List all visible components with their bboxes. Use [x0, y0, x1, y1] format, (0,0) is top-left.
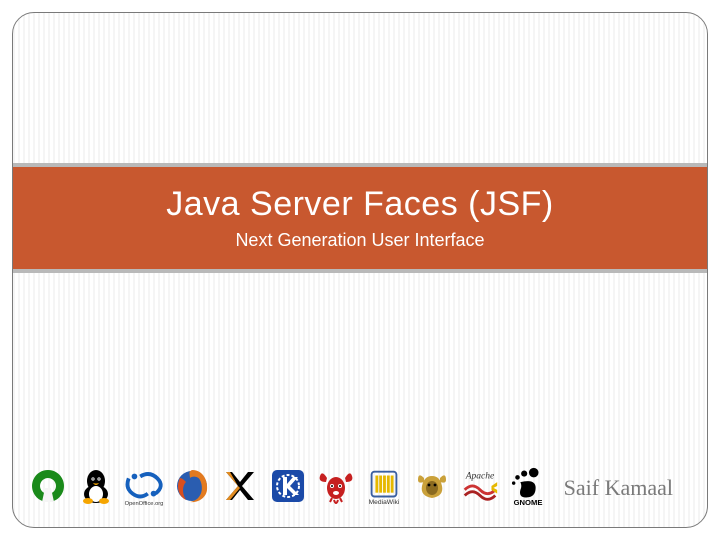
title-band: Java Server Faces (JSF) Next Generation … [13, 163, 707, 273]
slide-frame: Java Server Faces (JSF) Next Generation … [12, 12, 708, 528]
gnu-icon [411, 465, 453, 507]
author-name: Saif Kamaal [564, 475, 673, 501]
logo-strip: OpenOffice.org [27, 465, 549, 507]
slide-title: Java Server Faces (JSF) [166, 185, 553, 224]
opensource-icon [27, 465, 69, 507]
svg-text:OpenOffice.org: OpenOffice.org [125, 501, 164, 507]
apache-icon: Apache [459, 465, 501, 507]
mediawiki-icon: MediaWiki [363, 465, 405, 507]
openoffice-icon: OpenOffice.org [123, 465, 165, 507]
freebsd-icon [315, 465, 357, 507]
xorg-icon [219, 465, 261, 507]
firefox-icon [171, 465, 213, 507]
svg-text:GNOME: GNOME [514, 498, 543, 507]
svg-text:MediaWiki: MediaWiki [369, 499, 400, 506]
tux-icon [75, 465, 117, 507]
slide-subtitle: Next Generation User Interface [235, 230, 484, 251]
kde-icon [267, 465, 309, 507]
gnome-icon: GNOME [507, 465, 549, 507]
svg-text:Apache: Apache [465, 470, 495, 481]
